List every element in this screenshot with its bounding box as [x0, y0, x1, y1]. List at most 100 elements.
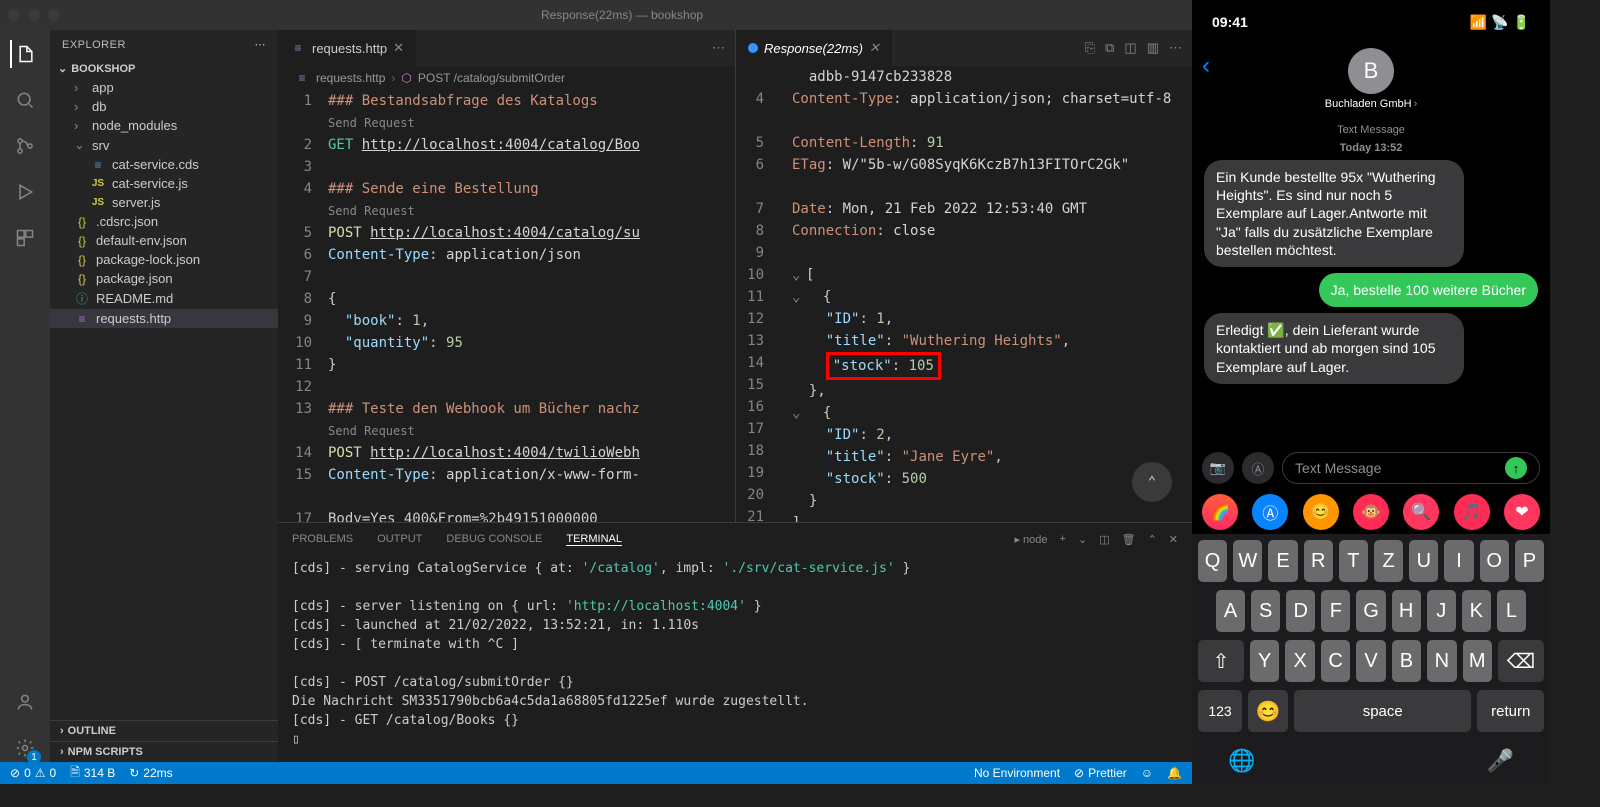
- key-c[interactable]: C: [1321, 640, 1350, 682]
- key-i[interactable]: I: [1444, 540, 1473, 582]
- max-dot[interactable]: [48, 9, 60, 21]
- key-b[interactable]: B: [1392, 640, 1421, 682]
- key-z[interactable]: Z: [1374, 540, 1403, 582]
- file-cat-service-js[interactable]: JScat-service.js: [50, 174, 278, 193]
- app-digital-touch[interactable]: ❤: [1504, 494, 1540, 530]
- breadcrumb[interactable]: ≡ requests.http › ⬡ POST /catalog/submit…: [278, 66, 735, 90]
- account-icon[interactable]: [11, 688, 39, 716]
- key-g[interactable]: G: [1356, 590, 1385, 632]
- status-bell-icon[interactable]: 🔔: [1167, 766, 1182, 780]
- file-requests-http[interactable]: ≡requests.http: [50, 309, 278, 328]
- key-o[interactable]: O: [1480, 540, 1509, 582]
- tab-response[interactable]: Response(22ms) ✕: [736, 30, 892, 66]
- backspace-key[interactable]: ⌫: [1498, 640, 1544, 682]
- folder-app[interactable]: ›app: [50, 78, 278, 97]
- tab-terminal[interactable]: TERMINAL: [566, 533, 622, 546]
- layout-icon[interactable]: ▥: [1147, 40, 1159, 56]
- key-p[interactable]: P: [1515, 540, 1544, 582]
- chat-body[interactable]: Text Message Today 13:52 Ein Kunde beste…: [1192, 118, 1550, 446]
- terminal-shell[interactable]: ▸ node: [1014, 533, 1047, 546]
- explorer-icon[interactable]: [10, 40, 38, 68]
- mic-icon[interactable]: 🎤: [1487, 748, 1514, 774]
- close-icon[interactable]: ✕: [869, 40, 880, 56]
- minimap[interactable]: [675, 90, 735, 522]
- key-s[interactable]: S: [1251, 590, 1280, 632]
- app-search[interactable]: 🔍: [1403, 494, 1439, 530]
- more-icon[interactable]: ⋯: [255, 38, 267, 51]
- key-d[interactable]: D: [1286, 590, 1315, 632]
- tab-output[interactable]: OUTPUT: [377, 533, 422, 545]
- code-editor-right[interactable]: 456789101112131415161718192021 adbb-9147…: [736, 66, 1192, 522]
- split-terminal-icon[interactable]: ◫: [1099, 533, 1109, 546]
- message-outgoing[interactable]: Ja, bestelle 100 weitere Bücher: [1319, 273, 1538, 307]
- run-debug-icon[interactable]: [11, 178, 39, 206]
- status-feedback-icon[interactable]: ☺: [1141, 766, 1153, 780]
- close-icon[interactable]: ✕: [393, 40, 404, 56]
- camera-icon[interactable]: 📷: [1202, 452, 1234, 484]
- emoji-key[interactable]: 😊: [1248, 690, 1288, 732]
- folder-node-modules[interactable]: ›node_modules: [50, 116, 278, 135]
- key-u[interactable]: U: [1409, 540, 1438, 582]
- tab-problems[interactable]: PROBLEMS: [292, 533, 353, 545]
- trash-icon[interactable]: 🗑: [1122, 533, 1136, 546]
- shift-key[interactable]: ⇧: [1198, 640, 1244, 682]
- save-icon[interactable]: ⎘: [1085, 40, 1095, 56]
- more-icon[interactable]: ⋯: [712, 40, 725, 56]
- key-l[interactable]: L: [1497, 590, 1526, 632]
- file-package[interactable]: {}package.json: [50, 269, 278, 288]
- avatar[interactable]: B: [1348, 48, 1394, 94]
- message-incoming[interactable]: Erledigt ✅, dein Lieferant wurde kontakt…: [1204, 313, 1464, 384]
- project-root[interactable]: ⌄BOOKSHOP: [50, 59, 278, 78]
- settings-icon[interactable]: [11, 734, 39, 762]
- send-icon[interactable]: ↑: [1505, 457, 1527, 479]
- new-terminal-icon[interactable]: +: [1060, 533, 1066, 545]
- source-control-icon[interactable]: [11, 132, 39, 160]
- status-prettier[interactable]: ⊘ Prettier: [1074, 766, 1127, 780]
- code-editor-left[interactable]: 12345678910111213141517 ### Bestandsabfr…: [278, 90, 735, 522]
- traffic-lights[interactable]: [8, 9, 60, 21]
- globe-icon[interactable]: 🌐: [1228, 748, 1255, 774]
- key-x[interactable]: X: [1285, 640, 1314, 682]
- file-cdsrc[interactable]: {}.cdsrc.json: [50, 212, 278, 231]
- key-w[interactable]: W: [1233, 540, 1262, 582]
- file-readme[interactable]: ⓘREADME.md: [50, 288, 278, 309]
- search-icon[interactable]: [11, 86, 39, 114]
- chevron-up-icon[interactable]: ⌃: [1148, 533, 1157, 546]
- key-r[interactable]: R: [1304, 540, 1333, 582]
- folder-db[interactable]: ›db: [50, 97, 278, 116]
- key-j[interactable]: J: [1427, 590, 1456, 632]
- npm-scripts-section[interactable]: ›NPM SCRIPTS: [50, 741, 278, 762]
- file-cat-service-cds[interactable]: ≡cat-service.cds: [50, 155, 278, 174]
- key-a[interactable]: A: [1216, 590, 1245, 632]
- copy-icon[interactable]: ⧉: [1105, 40, 1114, 56]
- key-e[interactable]: E: [1268, 540, 1297, 582]
- key-y[interactable]: Y: [1250, 640, 1279, 682]
- key-h[interactable]: H: [1392, 590, 1421, 632]
- contact-name[interactable]: Buchladen GmbH ›: [1325, 98, 1418, 110]
- chevron-down-icon[interactable]: ⌄: [1078, 533, 1087, 546]
- appstore-icon[interactable]: Ⓐ: [1242, 452, 1274, 484]
- status-environment[interactable]: No Environment: [974, 766, 1060, 780]
- status-time[interactable]: ↻ 22ms: [129, 766, 172, 780]
- extensions-icon[interactable]: [11, 224, 39, 252]
- more-icon[interactable]: ⋯: [1169, 40, 1182, 56]
- split-icon[interactable]: ◫: [1124, 40, 1136, 56]
- key-k[interactable]: K: [1462, 590, 1491, 632]
- back-button[interactable]: ‹: [1202, 52, 1210, 80]
- folder-srv[interactable]: ⌄srv: [50, 135, 278, 155]
- key-q[interactable]: Q: [1198, 540, 1227, 582]
- key-m[interactable]: M: [1463, 640, 1492, 682]
- status-errors[interactable]: ⊘ 0 ⚠ 0: [10, 766, 56, 780]
- scroll-up-button[interactable]: ⌃: [1132, 462, 1172, 502]
- outline-section[interactable]: ›OUTLINE: [50, 720, 278, 741]
- app-memoji[interactable]: 😊: [1303, 494, 1339, 530]
- file-default-env[interactable]: {}default-env.json: [50, 231, 278, 250]
- min-dot[interactable]: [28, 9, 40, 21]
- app-music[interactable]: 🎵: [1454, 494, 1490, 530]
- numbers-key[interactable]: 123: [1198, 690, 1242, 732]
- space-key[interactable]: space: [1294, 690, 1471, 732]
- tab-requests[interactable]: ≡ requests.http ✕: [278, 30, 416, 66]
- app-store[interactable]: Ⓐ: [1252, 494, 1288, 530]
- key-t[interactable]: T: [1339, 540, 1368, 582]
- status-size[interactable]: 🗎 314 B: [70, 763, 115, 784]
